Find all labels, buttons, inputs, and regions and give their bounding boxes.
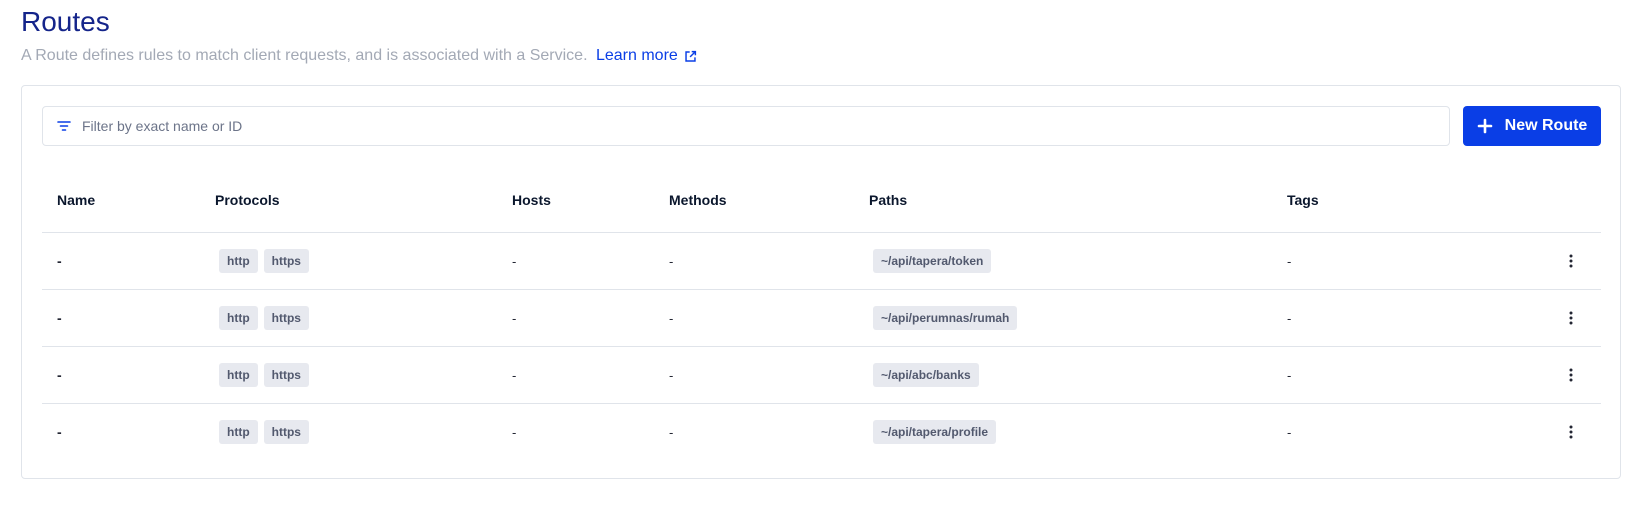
table-row[interactable]: - http https - - ~/api/tapera/token -	[42, 233, 1601, 290]
protocol-badge: https	[263, 306, 309, 330]
route-tags: -	[1287, 253, 1292, 269]
new-route-button[interactable]: New Route	[1463, 106, 1601, 146]
route-paths: ~/api/abc/banks	[873, 347, 985, 403]
route-tags: -	[1287, 310, 1292, 326]
row-actions-kebab-icon[interactable]	[1561, 422, 1581, 442]
column-header-hosts[interactable]: Hosts	[512, 192, 551, 208]
route-protocols: http https	[219, 404, 315, 460]
route-paths: ~/api/tapera/token	[873, 233, 997, 289]
path-badge: ~/api/abc/banks	[873, 363, 979, 387]
path-badge: ~/api/tapera/profile	[873, 420, 997, 444]
description-text: A Route defines rules to match client re…	[21, 47, 588, 64]
filter-box[interactable]	[42, 106, 1450, 146]
column-header-tags[interactable]: Tags	[1287, 192, 1319, 208]
route-paths: ~/api/perumnas/rumah	[873, 290, 1023, 346]
learn-more-label: Learn more	[595, 47, 678, 64]
route-name: -	[57, 367, 62, 383]
route-hosts: -	[512, 367, 517, 383]
route-tags: -	[1287, 424, 1292, 440]
row-actions-kebab-icon[interactable]	[1561, 308, 1581, 328]
table-header: Name Protocols Hosts Methods Paths Tags	[42, 168, 1601, 233]
route-methods: -	[669, 310, 674, 326]
filter-icon	[56, 118, 72, 134]
route-tags: -	[1287, 367, 1292, 383]
row-actions-kebab-icon[interactable]	[1561, 365, 1581, 385]
path-badge: ~/api/perumnas/rumah	[873, 306, 1018, 330]
route-protocols: http https	[219, 347, 315, 403]
route-hosts: -	[512, 310, 517, 326]
new-route-label: New Route	[1504, 117, 1588, 134]
route-name: -	[57, 253, 62, 269]
column-header-methods[interactable]: Methods	[669, 192, 727, 208]
route-name: -	[57, 310, 62, 326]
route-methods: -	[669, 253, 674, 269]
path-badge: ~/api/tapera/token	[873, 249, 992, 273]
route-hosts: -	[512, 253, 517, 269]
column-header-name[interactable]: Name	[57, 192, 95, 208]
route-methods: -	[669, 367, 674, 383]
plus-icon	[1477, 118, 1493, 134]
routes-page: Routes A Route defines rules to match cl…	[0, 0, 1639, 505]
page-description: A Route defines rules to match client re…	[21, 46, 697, 66]
page-title: Routes	[21, 6, 110, 37]
route-paths: ~/api/tapera/profile	[873, 404, 1002, 460]
route-protocols: http https	[219, 290, 315, 346]
routes-table: Name Protocols Hosts Methods Paths Tags …	[42, 168, 1601, 461]
table-row[interactable]: - http https - - ~/api/perumnas/rumah -	[42, 290, 1601, 347]
column-header-paths[interactable]: Paths	[869, 192, 907, 208]
protocol-badge: https	[263, 420, 309, 444]
route-protocols: http https	[219, 233, 315, 289]
route-name: -	[57, 424, 62, 440]
protocol-badge: https	[263, 363, 309, 387]
learn-more-link[interactable]: Learn more	[596, 46, 697, 66]
table-row[interactable]: - http https - - ~/api/abc/banks -	[42, 347, 1601, 404]
route-hosts: -	[512, 424, 517, 440]
protocol-badge: http	[219, 306, 258, 330]
protocol-badge: http	[219, 363, 258, 387]
external-link-icon	[685, 50, 696, 62]
table-row[interactable]: - http https - - ~/api/tapera/profile -	[42, 404, 1601, 461]
routes-card: New Route Name Protocols Hosts Methods P…	[21, 85, 1621, 479]
filter-input[interactable]	[82, 108, 1449, 144]
column-header-protocols[interactable]: Protocols	[215, 192, 280, 208]
protocol-badge: http	[219, 249, 258, 273]
protocol-badge: http	[219, 420, 258, 444]
protocol-badge: https	[263, 249, 309, 273]
route-methods: -	[669, 424, 674, 440]
row-actions-kebab-icon[interactable]	[1561, 251, 1581, 271]
